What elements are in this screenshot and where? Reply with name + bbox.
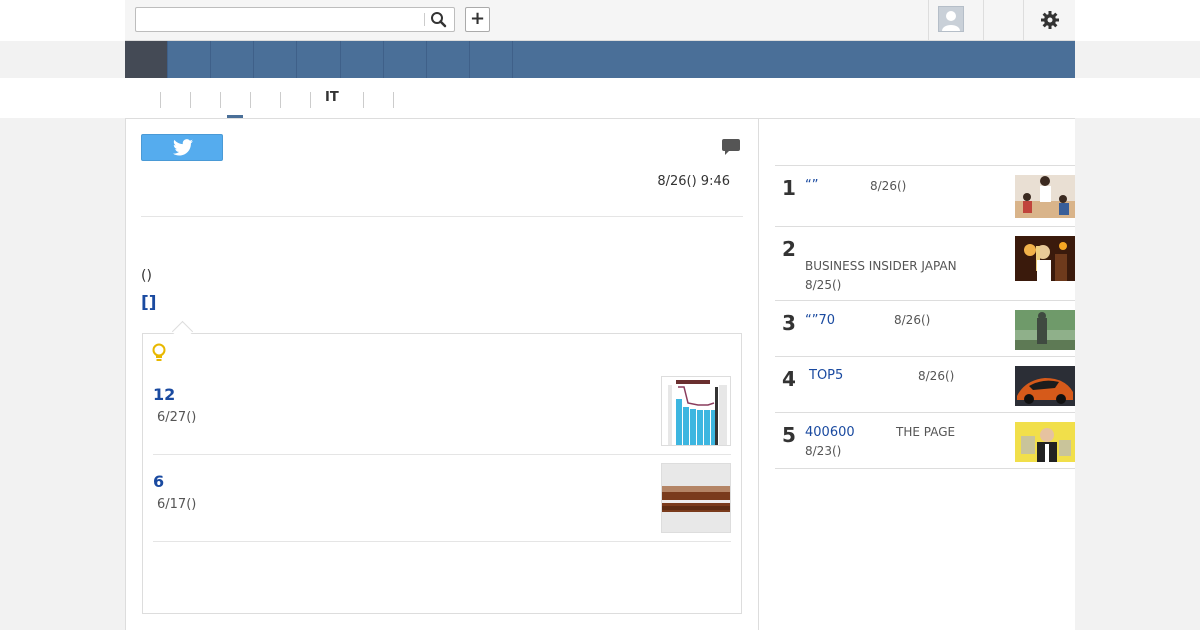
twitter-share-button[interactable] bbox=[141, 134, 223, 161]
ranking-item[interactable]: 4 TOP5 8/26() bbox=[775, 356, 1075, 413]
rank-thumbnail[interactable] bbox=[1015, 310, 1075, 350]
sub-tab[interactable] bbox=[280, 92, 281, 108]
search-input[interactable] bbox=[136, 8, 433, 31]
rank-number: 5 bbox=[782, 423, 796, 447]
article-source-text: () bbox=[141, 268, 152, 284]
related-item-thumbnail[interactable] bbox=[661, 376, 731, 446]
rank-number: 2 bbox=[782, 237, 796, 261]
nav-item[interactable] bbox=[297, 41, 341, 78]
rank-number: 3 bbox=[782, 311, 796, 335]
rank-date: 8/26() bbox=[918, 369, 955, 383]
sub-tab[interactable] bbox=[160, 92, 161, 108]
rank-thumbnail[interactable] bbox=[1015, 422, 1075, 462]
sub-tab[interactable] bbox=[190, 92, 191, 108]
sub-tab[interactable] bbox=[393, 92, 394, 108]
rank-title[interactable]: “”70 bbox=[805, 313, 835, 328]
sub-tab-it[interactable]: IT bbox=[325, 90, 339, 105]
nav-item[interactable] bbox=[211, 41, 254, 78]
rank-date: 8/26() bbox=[870, 179, 907, 193]
avatar[interactable] bbox=[938, 6, 964, 32]
divider bbox=[141, 216, 743, 217]
divider bbox=[153, 541, 731, 542]
rank-title[interactable]: 400600 bbox=[805, 425, 855, 440]
ranking-item[interactable]: 5 400600 THE PAGE 8/23() bbox=[775, 412, 1075, 469]
related-articles-box bbox=[142, 333, 742, 614]
nav-item[interactable] bbox=[254, 41, 297, 78]
rank-source: BUSINESS INSIDER JAPAN bbox=[805, 259, 957, 273]
rank-date: 8/23() bbox=[805, 444, 842, 458]
article-date: 8/26() 9:46 bbox=[657, 174, 730, 189]
related-item-date: 6/17() bbox=[157, 497, 197, 512]
gear-icon[interactable] bbox=[1040, 10, 1060, 30]
related-item-title[interactable]: 12 bbox=[153, 385, 175, 404]
search-divider bbox=[424, 13, 425, 26]
blank-cell[interactable] bbox=[983, 0, 1024, 40]
top-bar-inner: + bbox=[125, 0, 1075, 41]
nav-item[interactable] bbox=[427, 41, 470, 78]
lightbulb-icon bbox=[151, 343, 167, 363]
related-item-thumbnail[interactable] bbox=[661, 463, 731, 533]
sub-tab[interactable] bbox=[310, 92, 311, 108]
rank-number: 1 bbox=[782, 176, 796, 200]
rank-number: 4 bbox=[782, 367, 796, 391]
top-bar: + bbox=[0, 0, 1200, 41]
search-icon[interactable] bbox=[430, 11, 450, 28]
rank-source: THE PAGE bbox=[896, 425, 956, 439]
search-box bbox=[135, 7, 455, 32]
rank-date: 8/25() bbox=[805, 278, 842, 292]
rank-date: 8/26() bbox=[894, 313, 931, 327]
rank-title[interactable]: TOP5 bbox=[809, 368, 843, 383]
sub-tab-active[interactable] bbox=[220, 92, 221, 108]
sub-tab[interactable] bbox=[250, 92, 251, 108]
related-item-date: 6/27() bbox=[157, 410, 197, 425]
nav-item[interactable] bbox=[384, 41, 427, 78]
article-link[interactable]: [] bbox=[141, 293, 157, 313]
ranking-item[interactable]: 2 BUSINESS INSIDER JAPAN 8/25() bbox=[775, 226, 1075, 301]
ranking-item[interactable]: 3 “”70 8/26() bbox=[775, 300, 1075, 357]
rank-thumbnail[interactable] bbox=[1015, 236, 1075, 281]
twitter-icon bbox=[173, 139, 193, 156]
nav-item-home[interactable] bbox=[125, 41, 168, 78]
nav-item[interactable] bbox=[168, 41, 211, 78]
ranking-item[interactable]: 1 “” 8/26() bbox=[775, 165, 1075, 227]
divider bbox=[153, 454, 731, 455]
sub-tab[interactable] bbox=[363, 92, 364, 108]
rank-title[interactable]: “” bbox=[805, 178, 818, 193]
comment-icon[interactable] bbox=[722, 139, 740, 155]
related-item-title[interactable]: 6 bbox=[153, 472, 164, 491]
nav-item[interactable] bbox=[341, 41, 384, 78]
sub-nav bbox=[0, 78, 1200, 118]
main-nav bbox=[125, 41, 1075, 78]
add-button[interactable]: + bbox=[465, 7, 490, 32]
rank-thumbnail[interactable] bbox=[1015, 366, 1075, 406]
rank-thumbnail[interactable] bbox=[1015, 175, 1075, 218]
nav-item[interactable] bbox=[470, 41, 513, 78]
